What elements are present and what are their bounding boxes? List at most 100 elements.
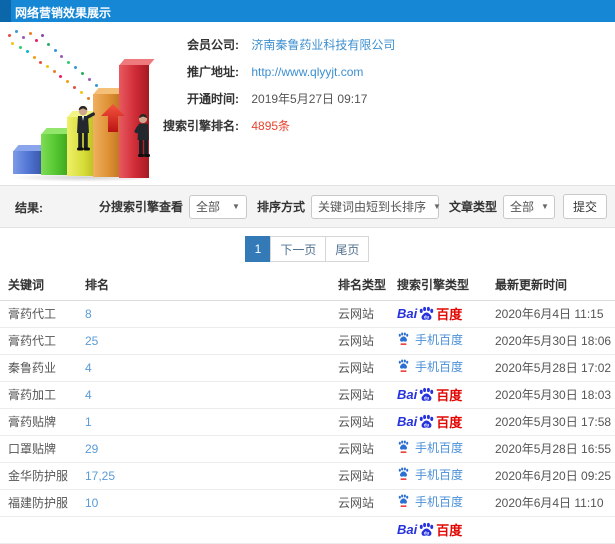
update-time-cell: 2020年5月30日 18:06 [495, 327, 615, 355]
update-time-cell: 2020年5月28日 17:02 [495, 354, 615, 382]
baidu-logo: Bai du 百度 [397, 522, 463, 538]
header-engine-type: 搜索引擎类型 [397, 270, 495, 301]
engine-view-selected: 全部 [195, 200, 220, 214]
sort-select[interactable]: 关键词由短到长排序 ▼ [310, 194, 441, 219]
article-type-selected: 全部 [509, 200, 534, 214]
keyword-cell: 福建防护服 [0, 489, 85, 517]
rank-link[interactable]: 17,25 [85, 469, 115, 483]
keyword-cell: 膏药贴牌 [0, 408, 85, 436]
chevron-down-icon: ▼ [541, 202, 549, 211]
confetti-decoration [8, 34, 11, 37]
table-row: 金华防护服 17,25 云网站 手机百度 2020年6月20日 09:25 [0, 462, 615, 490]
keyword-cell: 膏药加工 [0, 381, 85, 409]
header-rank: 排名 [85, 270, 338, 301]
rank-link[interactable]: 8 [85, 307, 92, 321]
company-name-link[interactable]: 济南秦鲁药业科技有限公司 [251, 38, 395, 52]
table-row: 膏药代工 25 云网站 手机百度 2020年5月30日 18:06 [0, 327, 615, 355]
table-row: 口罩贴牌 29 云网站 手机百度 2020年5月28日 16:55 [0, 435, 615, 463]
businessman-left-icon [77, 106, 95, 151]
window-title-bar: 网络营销效果展示 [0, 0, 615, 22]
update-time-cell: 2020年6月20日 09:25 [495, 462, 615, 490]
account-info-panel: 会员公司: 济南秦鲁药业科技有限公司 推广地址: http://www.qlyy… [151, 32, 591, 140]
keyword-cell: 膏药代工 [0, 300, 85, 328]
last-page-button[interactable]: 尾页 [325, 236, 370, 262]
rank-link[interactable]: 10 [85, 496, 98, 510]
engine-view-label: 分搜索引擎查看 [98, 200, 183, 214]
mobile-baidu-logo: 手机百度 [397, 466, 463, 483]
svg-text:du: du [424, 530, 430, 535]
info-row-open-time: 开通时间: 2019年5月27日 09:17 [151, 86, 591, 113]
rank-type-cell: 云网站 [338, 462, 397, 490]
mobile-baidu-logo: 手机百度 [397, 358, 463, 375]
baidu-logo: Bai du 百度 [397, 306, 463, 322]
rank-type-cell: 云网站 [338, 489, 397, 517]
update-time-cell: 2020年6月4日 11:15 [495, 300, 615, 328]
engine-rank-count: 4895条 [251, 119, 291, 133]
rank-link[interactable]: 29 [85, 442, 98, 456]
open-time-value: 2019年5月27日 09:17 [251, 92, 368, 106]
svg-text:du: du [424, 314, 430, 319]
illustration-bar-blue [13, 145, 48, 174]
rank-type-cell: 云网站 [338, 408, 397, 436]
rank-link[interactable]: 25 [85, 334, 98, 348]
rank-link[interactable]: 1 [85, 415, 92, 429]
sort-label: 排序方式 [256, 200, 305, 214]
header-keyword: 关键词 [0, 270, 85, 301]
baidu-logo: Bai du 百度 [397, 387, 463, 403]
rank-link[interactable]: 4 [85, 361, 92, 375]
table-row-partial: Bai du 百度 [0, 516, 615, 544]
info-row-company: 会员公司: 济南秦鲁药业科技有限公司 [151, 32, 591, 59]
keyword-ranking-table: 关键词 排名 排名类型 搜索引擎类型 最新更新时间 膏药代工 8 云网站 Bai… [0, 270, 615, 544]
article-type-label: 文章类型 [448, 200, 497, 214]
page-1-button[interactable]: 1 [244, 236, 272, 262]
table-row: 膏药代工 8 云网站 Bai du 百度 2020年6月4日 11:15 [0, 300, 615, 328]
keyword-cell: 口罩贴牌 [0, 435, 85, 463]
growth-arrow-icon [101, 104, 125, 132]
table-row: 秦鲁药业 4 云网站 手机百度 2020年5月28日 17:02 [0, 354, 615, 382]
mobile-baidu-logo: 手机百度 [397, 331, 463, 348]
table-header-row: 关键词 排名 排名类型 搜索引擎类型 最新更新时间 [0, 270, 615, 301]
baidu-logo: Bai du 百度 [397, 414, 463, 430]
engine-view-select[interactable]: 全部 ▼ [188, 194, 247, 219]
illustration-bar-green [41, 128, 76, 175]
header-rank-type: 排名类型 [338, 270, 397, 301]
rank-type-cell: 云网站 [338, 354, 397, 382]
keyword-cell: 膏药代工 [0, 327, 85, 355]
rank-type-cell: 云网站 [338, 327, 397, 355]
result-label: 结果: [15, 201, 43, 215]
header-update-time: 最新更新时间 [495, 270, 615, 301]
info-row-engine-rank: 搜索引擎排名: 4895条 [151, 113, 591, 140]
promo-url-link[interactable]: http://www.qlyyjt.com [251, 65, 363, 79]
pagination: 1 下一页 尾页 [0, 228, 615, 270]
keyword-cell: 秦鲁药业 [0, 354, 85, 382]
update-time-cell: 2020年5月30日 18:03 [495, 381, 615, 409]
chevron-down-icon: ▼ [432, 202, 441, 211]
table-row: 膏药贴牌 1 云网站 Bai du 百度 2020年5月30日 17:58 [0, 408, 615, 436]
open-time-label: 开通时间: [187, 92, 239, 106]
engine-rank-label: 搜索引擎排名: [163, 119, 239, 133]
mobile-baidu-logo: 手机百度 [397, 493, 463, 510]
company-label: 会员公司: [187, 38, 239, 52]
rank-link[interactable]: 4 [85, 388, 92, 402]
article-type-select[interactable]: 全部 ▼ [502, 194, 555, 219]
svg-text:du: du [424, 422, 430, 427]
page-title: 网络营销效果展示 [15, 6, 112, 20]
table-row: 膏药加工 4 云网站 Bai du 百度 2020年5月30日 18:03 [0, 381, 615, 409]
rank-type-cell: 云网站 [338, 381, 397, 409]
summary-section: 会员公司: 济南秦鲁药业科技有限公司 推广地址: http://www.qlyy… [0, 22, 615, 185]
table-row: 福建防护服 10 云网站 手机百度 2020年6月4日 11:10 [0, 489, 615, 517]
rank-type-cell: 云网站 [338, 435, 397, 463]
keyword-cell: 金华防护服 [0, 462, 85, 490]
chevron-down-icon: ▼ [232, 202, 240, 211]
next-page-button[interactable]: 下一页 [270, 236, 327, 262]
promo-url-label: 推广地址: [187, 65, 239, 79]
title-bar-left-edge [0, 0, 11, 22]
svg-text:du: du [424, 395, 430, 400]
rank-type-cell: 云网站 [338, 300, 397, 328]
update-time-cell: 2020年5月28日 16:55 [495, 435, 615, 463]
sort-selected: 关键词由短到长排序 [317, 200, 426, 214]
update-time-cell: 2020年5月30日 17:58 [495, 408, 615, 436]
filter-controls: 分搜索引擎查看 全部 ▼ 排序方式 关键词由短到长排序 ▼ 文章类型 全部 ▼ … [89, 186, 607, 227]
submit-button[interactable]: 提交 [562, 194, 607, 219]
filter-bar: 结果: 分搜索引擎查看 全部 ▼ 排序方式 关键词由短到长排序 ▼ 文章类型 全… [0, 185, 615, 228]
